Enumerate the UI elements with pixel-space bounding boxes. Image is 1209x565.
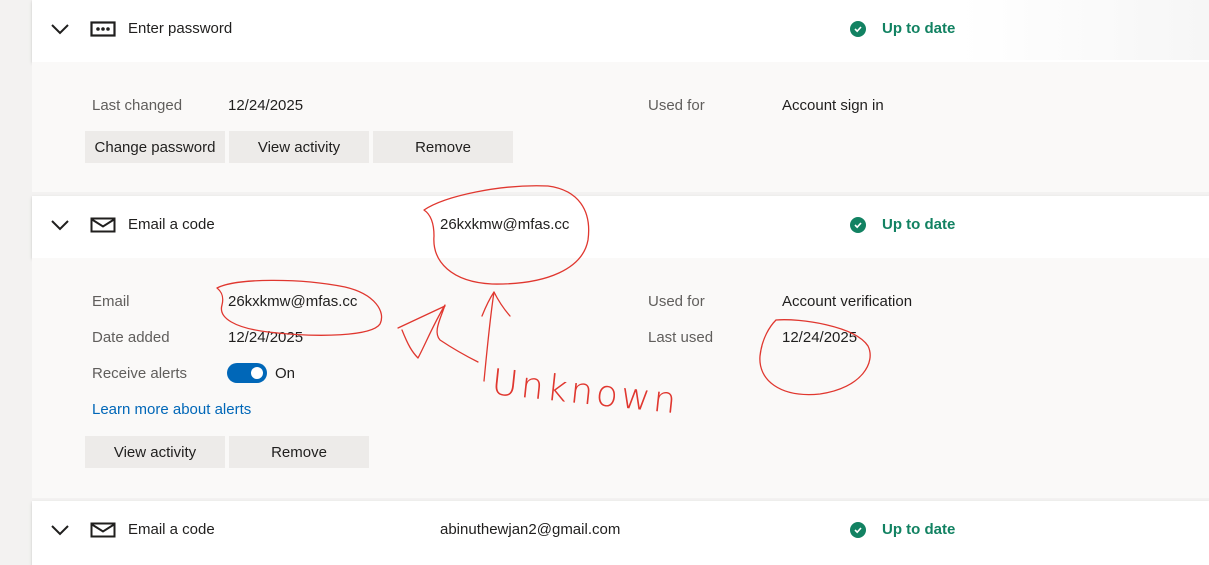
method-header-email[interactable]: Email a code 26kxkmw@mfas.cc Up to date bbox=[32, 196, 1209, 258]
remove-button[interactable]: Remove bbox=[229, 436, 369, 468]
status-indicator: Up to date bbox=[850, 521, 955, 538]
status-indicator: Up to date bbox=[850, 216, 955, 233]
chevron-down-icon[interactable] bbox=[50, 22, 70, 36]
used-for-label: Used for bbox=[648, 97, 705, 114]
used-for-label: Used for bbox=[648, 293, 705, 310]
last-used-label: Last used bbox=[648, 329, 714, 346]
method-type-label: Email a code bbox=[128, 216, 215, 233]
status-text: Up to date bbox=[882, 20, 956, 37]
last-changed-value: 12/24/2025 bbox=[228, 97, 304, 114]
date-added-value: 12/24/2025 bbox=[228, 329, 304, 346]
view-activity-button[interactable]: View activity bbox=[229, 131, 369, 163]
method-type-label: Email a code bbox=[128, 521, 215, 538]
receive-alerts-state: On bbox=[275, 365, 296, 382]
check-circle-icon bbox=[850, 216, 866, 233]
learn-more-alerts-link[interactable]: Learn more about alerts bbox=[92, 401, 251, 418]
status-text: Up to date bbox=[882, 521, 956, 538]
date-added-label: Date added bbox=[92, 329, 170, 346]
status-text: Up to date bbox=[882, 216, 956, 233]
chevron-down-icon[interactable] bbox=[50, 218, 70, 232]
last-changed-label: Last changed bbox=[92, 97, 183, 114]
method-details-password: Last changed 12/24/2025 Used for Account… bbox=[32, 62, 1209, 192]
mail-icon bbox=[90, 217, 116, 233]
method-detail-email: 26kxkmw@mfas.cc bbox=[440, 216, 570, 233]
remove-button[interactable]: Remove bbox=[373, 131, 513, 163]
receive-alerts-label: Receive alerts bbox=[92, 365, 188, 382]
mail-icon bbox=[90, 522, 116, 538]
view-activity-button[interactable]: View activity bbox=[85, 436, 225, 468]
method-header-email-2[interactable]: Email a code abinuthewjan2@gmail.com Up … bbox=[32, 501, 1209, 565]
status-indicator: Up to date bbox=[850, 20, 955, 37]
email-value: 26kxkmw@mfas.cc bbox=[228, 293, 358, 310]
used-for-value: Account sign in bbox=[782, 97, 884, 114]
last-used-value: 12/24/2025 bbox=[782, 329, 858, 346]
receive-alerts-toggle[interactable] bbox=[227, 363, 267, 383]
change-password-button[interactable]: Change password bbox=[85, 131, 225, 163]
check-circle-icon bbox=[850, 20, 866, 37]
password-dots-icon bbox=[90, 21, 116, 37]
chevron-down-icon[interactable] bbox=[50, 523, 70, 537]
method-header-password[interactable]: Enter password Up to date bbox=[32, 0, 1209, 62]
check-circle-icon bbox=[850, 521, 866, 538]
used-for-value: Account verification bbox=[782, 293, 913, 310]
method-detail-email: abinuthewjan2@gmail.com bbox=[440, 521, 621, 538]
method-type-label: Enter password bbox=[128, 20, 233, 37]
email-label: Email bbox=[92, 293, 130, 310]
